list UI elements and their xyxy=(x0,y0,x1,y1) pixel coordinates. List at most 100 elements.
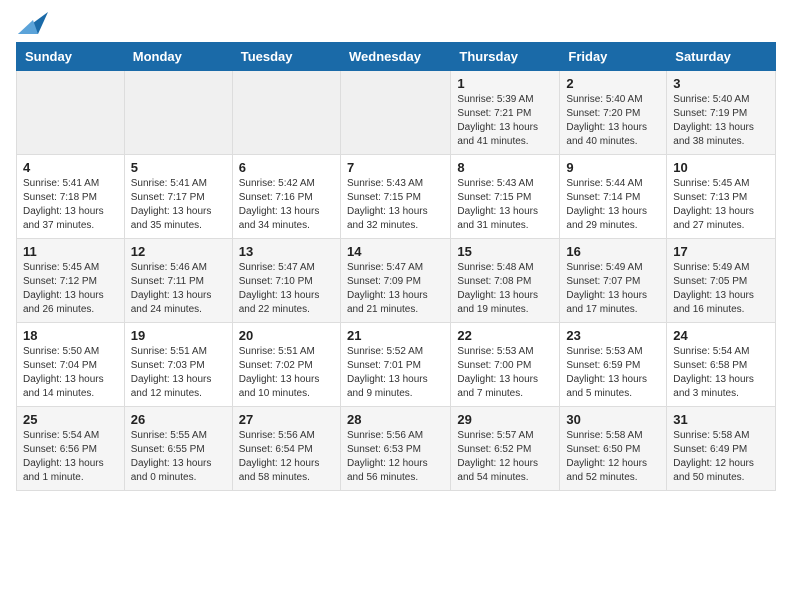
day-info: Sunrise: 5:57 AM Sunset: 6:52 PM Dayligh… xyxy=(457,429,553,485)
calendar-cell: 18 Sunrise: 5:50 AM Sunset: 7:04 PM Dayli… xyxy=(17,323,125,407)
day-info: Sunrise: 5:45 AM Sunset: 7:12 PM Dayligh… xyxy=(23,261,118,317)
weekday-header-monday: Monday xyxy=(124,43,232,71)
calendar-cell: 3 Sunrise: 5:40 AM Sunset: 7:19 PM Daylig… xyxy=(667,71,776,155)
calendar-cell: 25 Sunrise: 5:54 AM Sunset: 6:56 PM Dayli… xyxy=(17,407,125,491)
calendar-cell xyxy=(124,71,232,155)
day-number: 5 xyxy=(131,160,226,175)
weekday-header-wednesday: Wednesday xyxy=(340,43,450,71)
logo xyxy=(16,16,48,34)
calendar-cell: 20Sunrise: 5:51 AM Sunset: 7:02 PM Dayli… xyxy=(232,323,340,407)
calendar-cell: 4 Sunrise: 5:41 AM Sunset: 7:18 PM Daylig… xyxy=(17,155,125,239)
calendar-cell: 22 Sunrise: 5:53 AM Sunset: 7:00 PM Dayli… xyxy=(451,323,560,407)
day-info: Sunrise: 5:51 AM Sunset: 7:03 PM Dayligh… xyxy=(131,345,226,401)
calendar-cell: 19Sunrise: 5:51 AM Sunset: 7:03 PM Dayli… xyxy=(124,323,232,407)
day-info: Sunrise: 5:50 AM Sunset: 7:04 PM Dayligh… xyxy=(23,345,118,401)
calendar-cell: 11 Sunrise: 5:45 AM Sunset: 7:12 PM Dayli… xyxy=(17,239,125,323)
day-info: Sunrise: 5:47 AM Sunset: 7:10 PM Dayligh… xyxy=(239,261,334,317)
day-info: Sunrise: 5:40 AM Sunset: 7:19 PM Dayligh… xyxy=(673,93,769,149)
calendar-week-row: 4 Sunrise: 5:41 AM Sunset: 7:18 PM Daylig… xyxy=(17,155,776,239)
calendar-cell: 15Sunrise: 5:48 AM Sunset: 7:08 PM Dayli… xyxy=(451,239,560,323)
day-number: 24 xyxy=(673,328,769,343)
day-info: Sunrise: 5:41 AM Sunset: 7:17 PM Dayligh… xyxy=(131,177,226,233)
calendar-cell: 2 Sunrise: 5:40 AM Sunset: 7:20 PM Daylig… xyxy=(560,71,667,155)
day-number: 29 xyxy=(457,412,553,427)
day-number: 2 xyxy=(566,76,660,91)
day-number: 25 xyxy=(23,412,118,427)
day-number: 20 xyxy=(239,328,334,343)
day-info: Sunrise: 5:58 AM Sunset: 6:49 PM Dayligh… xyxy=(673,429,769,485)
day-info: Sunrise: 5:44 AM Sunset: 7:14 PM Dayligh… xyxy=(566,177,660,233)
calendar-cell: 17 Sunrise: 5:49 AM Sunset: 7:05 PM Dayli… xyxy=(667,239,776,323)
day-info: Sunrise: 5:43 AM Sunset: 7:15 PM Dayligh… xyxy=(347,177,444,233)
day-number: 6 xyxy=(239,160,334,175)
day-info: Sunrise: 5:56 AM Sunset: 6:54 PM Dayligh… xyxy=(239,429,334,485)
day-number: 12 xyxy=(131,244,226,259)
day-info: Sunrise: 5:49 AM Sunset: 7:07 PM Dayligh… xyxy=(566,261,660,317)
day-number: 10 xyxy=(673,160,769,175)
day-info: Sunrise: 5:54 AM Sunset: 6:56 PM Dayligh… xyxy=(23,429,118,485)
day-number: 3 xyxy=(673,76,769,91)
day-info: Sunrise: 5:53 AM Sunset: 7:00 PM Dayligh… xyxy=(457,345,553,401)
day-number: 15 xyxy=(457,244,553,259)
calendar-cell xyxy=(17,71,125,155)
day-number: 18 xyxy=(23,328,118,343)
day-number: 22 xyxy=(457,328,553,343)
day-number: 8 xyxy=(457,160,553,175)
day-number: 11 xyxy=(23,244,118,259)
day-info: Sunrise: 5:41 AM Sunset: 7:18 PM Dayligh… xyxy=(23,177,118,233)
day-info: Sunrise: 5:54 AM Sunset: 6:58 PM Dayligh… xyxy=(673,345,769,401)
calendar-cell: 27 Sunrise: 5:56 AM Sunset: 6:54 PM Dayli… xyxy=(232,407,340,491)
calendar-cell: 21Sunrise: 5:52 AM Sunset: 7:01 PM Dayli… xyxy=(340,323,450,407)
calendar-cell: 30Sunrise: 5:58 AM Sunset: 6:50 PM Dayli… xyxy=(560,407,667,491)
day-number: 23 xyxy=(566,328,660,343)
day-info: Sunrise: 5:49 AM Sunset: 7:05 PM Dayligh… xyxy=(673,261,769,317)
day-info: Sunrise: 5:45 AM Sunset: 7:13 PM Dayligh… xyxy=(673,177,769,233)
calendar-cell: 6 Sunrise: 5:42 AM Sunset: 7:16 PM Daylig… xyxy=(232,155,340,239)
day-number: 7 xyxy=(347,160,444,175)
day-number: 16 xyxy=(566,244,660,259)
calendar-cell: 10 Sunrise: 5:45 AM Sunset: 7:13 PM Dayli… xyxy=(667,155,776,239)
calendar-week-row: 1 Sunrise: 5:39 AM Sunset: 7:21 PM Daylig… xyxy=(17,71,776,155)
calendar-cell: 29 Sunrise: 5:57 AM Sunset: 6:52 PM Dayli… xyxy=(451,407,560,491)
day-number: 4 xyxy=(23,160,118,175)
calendar-cell xyxy=(232,71,340,155)
day-info: Sunrise: 5:47 AM Sunset: 7:09 PM Dayligh… xyxy=(347,261,444,317)
calendar-cell: 7 Sunrise: 5:43 AM Sunset: 7:15 PM Daylig… xyxy=(340,155,450,239)
calendar-cell: 14 Sunrise: 5:47 AM Sunset: 7:09 PM Dayli… xyxy=(340,239,450,323)
day-info: Sunrise: 5:42 AM Sunset: 7:16 PM Dayligh… xyxy=(239,177,334,233)
weekday-header-tuesday: Tuesday xyxy=(232,43,340,71)
day-number: 13 xyxy=(239,244,334,259)
day-info: Sunrise: 5:55 AM Sunset: 6:55 PM Dayligh… xyxy=(131,429,226,485)
calendar-week-row: 11 Sunrise: 5:45 AM Sunset: 7:12 PM Dayli… xyxy=(17,239,776,323)
calendar-week-row: 25 Sunrise: 5:54 AM Sunset: 6:56 PM Dayli… xyxy=(17,407,776,491)
calendar-cell: 31 Sunrise: 5:58 AM Sunset: 6:49 PM Dayli… xyxy=(667,407,776,491)
day-number: 14 xyxy=(347,244,444,259)
day-number: 21 xyxy=(347,328,444,343)
weekday-header-saturday: Saturday xyxy=(667,43,776,71)
day-info: Sunrise: 5:39 AM Sunset: 7:21 PM Dayligh… xyxy=(457,93,553,149)
day-number: 17 xyxy=(673,244,769,259)
weekday-header-row: SundayMondayTuesdayWednesdayThursdayFrid… xyxy=(17,43,776,71)
page-header xyxy=(16,16,776,34)
day-number: 31 xyxy=(673,412,769,427)
day-info: Sunrise: 5:40 AM Sunset: 7:20 PM Dayligh… xyxy=(566,93,660,149)
calendar-week-row: 18 Sunrise: 5:50 AM Sunset: 7:04 PM Dayli… xyxy=(17,323,776,407)
calendar-cell: 8 Sunrise: 5:43 AM Sunset: 7:15 PM Daylig… xyxy=(451,155,560,239)
day-info: Sunrise: 5:53 AM Sunset: 6:59 PM Dayligh… xyxy=(566,345,660,401)
calendar-cell xyxy=(340,71,450,155)
calendar-cell: 16 Sunrise: 5:49 AM Sunset: 7:07 PM Dayli… xyxy=(560,239,667,323)
weekday-header-thursday: Thursday xyxy=(451,43,560,71)
day-number: 1 xyxy=(457,76,553,91)
day-number: 27 xyxy=(239,412,334,427)
weekday-header-sunday: Sunday xyxy=(17,43,125,71)
day-info: Sunrise: 5:58 AM Sunset: 6:50 PM Dayligh… xyxy=(566,429,660,485)
calendar-cell: 1 Sunrise: 5:39 AM Sunset: 7:21 PM Daylig… xyxy=(451,71,560,155)
logo-icon xyxy=(18,12,48,34)
calendar-cell: 28Sunrise: 5:56 AM Sunset: 6:53 PM Dayli… xyxy=(340,407,450,491)
day-number: 9 xyxy=(566,160,660,175)
day-info: Sunrise: 5:43 AM Sunset: 7:15 PM Dayligh… xyxy=(457,177,553,233)
day-info: Sunrise: 5:46 AM Sunset: 7:11 PM Dayligh… xyxy=(131,261,226,317)
weekday-header-friday: Friday xyxy=(560,43,667,71)
day-number: 28 xyxy=(347,412,444,427)
calendar-cell: 24 Sunrise: 5:54 AM Sunset: 6:58 PM Dayli… xyxy=(667,323,776,407)
